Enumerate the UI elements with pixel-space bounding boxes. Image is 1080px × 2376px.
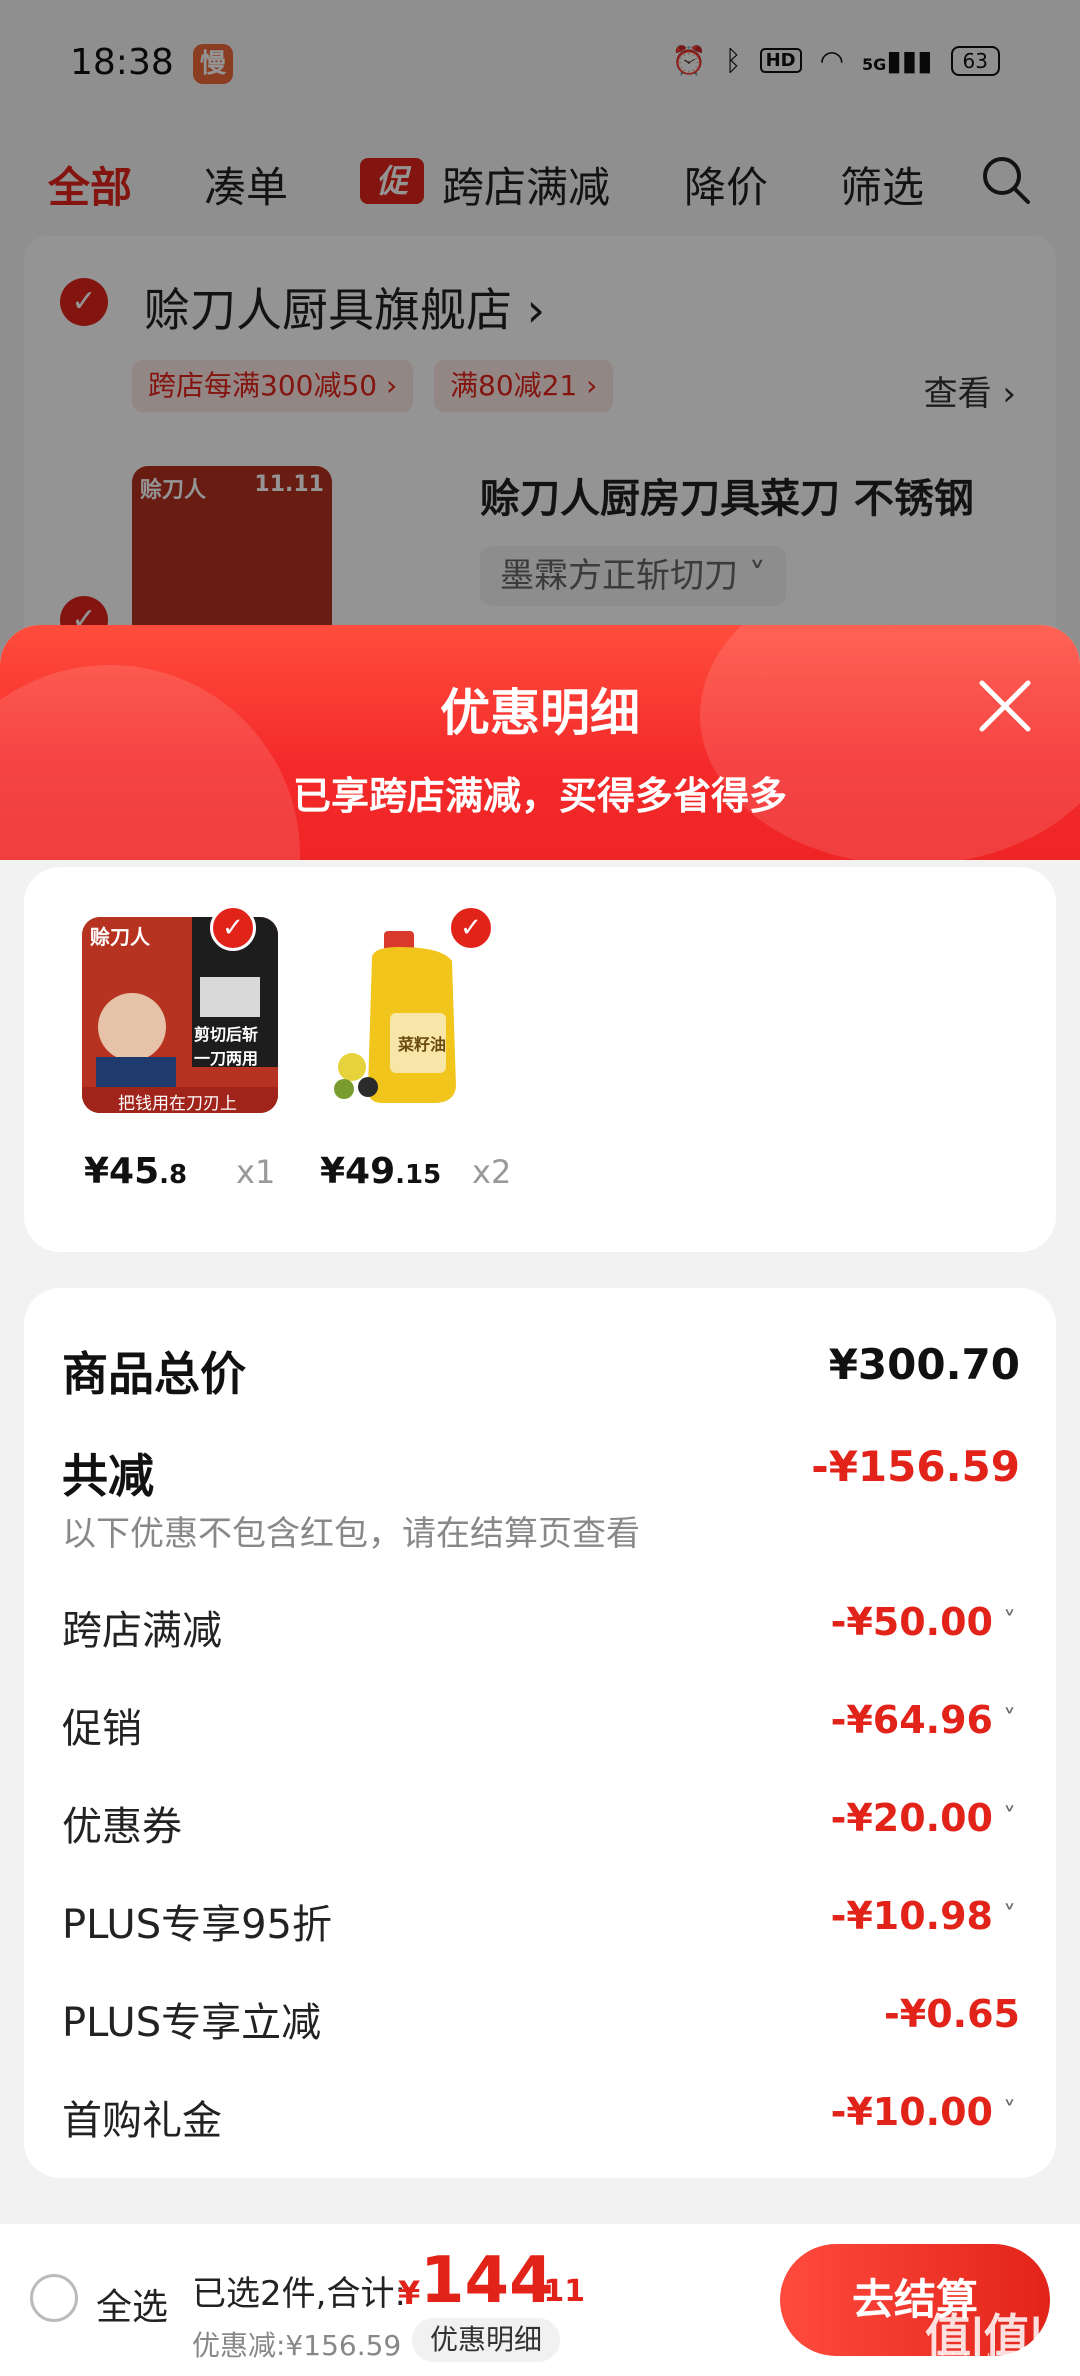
select-all-checkbox[interactable] xyxy=(30,2274,78,2322)
item-footer-text: 把钱用在刀刃上 xyxy=(118,1094,237,1113)
discount-row-value[interactable]: -¥10.00 ˅ xyxy=(831,2090,1016,2134)
item-check-icon[interactable]: ✓ xyxy=(448,905,494,951)
sheet-title: 优惠明细 xyxy=(440,684,640,742)
discount-row-value: -¥0.65 xyxy=(884,1992,1020,2036)
chevron-down-icon: ˅ xyxy=(1003,1705,1016,1735)
selected-items-card: 赊刀人 剪切后斩 一刀两用 把钱用在刀刃上 ✓ 菜籽油 ✓ ¥45.8 x1 ¥… xyxy=(24,867,1056,1252)
checkout-bar: 全选 已选2件,合计: ¥ 144 .11 优惠减:¥156.59 优惠明细 去… xyxy=(0,2224,1080,2376)
watermark-url: zhizhizhi.com xyxy=(932,2350,1041,2369)
total-reduce-value: -¥156.59 xyxy=(811,1442,1020,1491)
total-reduce-label: 共减 xyxy=(62,1449,154,1503)
total-amount-decimal: .11 xyxy=(532,2274,586,2309)
item-thumbnail-oil[interactable]: 菜籽油 xyxy=(324,917,520,1113)
discount-row-label: 首购礼金 xyxy=(62,2098,222,2144)
item-quantity: x1 xyxy=(236,1153,276,1191)
discount-row-value[interactable]: -¥10.98 ˅ xyxy=(831,1894,1016,1938)
oil-bottle-image xyxy=(324,917,520,1113)
total-price-label: 商品总价 xyxy=(62,1347,246,1401)
sheet-header: 优惠明细 已享跨店满减，买得多省得多 xyxy=(0,625,1080,860)
discount-row-value[interactable]: -¥20.00 ˅ xyxy=(831,1796,1016,1840)
discount-row-label: 促销 xyxy=(62,1706,142,1752)
item-price: ¥49.15 xyxy=(320,1151,442,1192)
chevron-down-icon: ˅ xyxy=(1003,1901,1016,1931)
total-price-value: ¥300.70 xyxy=(828,1340,1020,1389)
discount-note: 以下优惠不包含红包，请在结算页查看 xyxy=(62,1514,640,1554)
discount-detail-button[interactable]: 优惠明细 xyxy=(412,2318,561,2362)
discount-row-value[interactable]: -¥64.96 ˅ xyxy=(831,1698,1016,1742)
chevron-down-icon: ˅ xyxy=(1003,1607,1016,1637)
item-check-icon[interactable]: ✓ xyxy=(210,905,256,951)
close-icon[interactable] xyxy=(970,671,1040,741)
discount-row-value[interactable]: -¥50.00 ˅ xyxy=(831,1600,1016,1644)
item-thumbnail-knife[interactable]: 赊刀人 剪切后斩 一刀两用 把钱用在刀刃上 xyxy=(82,917,278,1113)
item-brand-label: 赊刀人 xyxy=(90,925,150,949)
item-price: ¥45.8 xyxy=(84,1151,188,1192)
discount-detail-sheet: 优惠明细 已享跨店满减，买得多省得多 赊刀人 剪切后斩 一刀两用 把钱用在刀刃上… xyxy=(0,625,1080,2376)
discount-row-label: PLUS专享95折 xyxy=(62,1902,332,1948)
discount-row-label: PLUS专享立减 xyxy=(62,2000,322,2046)
discount-summary: 优惠减:¥156.59 xyxy=(192,2329,402,2362)
item-quantity: x2 xyxy=(472,1153,512,1191)
selected-count: 已选2件,合计: xyxy=(192,2274,406,2314)
chevron-down-icon: ˅ xyxy=(1003,2097,1016,2127)
oil-label: 菜籽油 xyxy=(398,1035,447,1054)
discount-row-label: 跨店满减 xyxy=(62,1608,222,1654)
chevron-down-icon: ˅ xyxy=(1003,1803,1016,1833)
sheet-subtitle: 已享跨店满减，买得多省得多 xyxy=(292,774,787,818)
total-currency: ¥ xyxy=(398,2274,421,2312)
price-summary-card: 商品总价 ¥300.70 共减 -¥156.59 以下优惠不包含红包，请在结算页… xyxy=(24,1288,1056,2178)
item-caption: 剪切后斩 一刀两用 xyxy=(194,1025,259,1068)
discount-row-label: 优惠券 xyxy=(62,1804,182,1850)
select-all-label[interactable]: 全选 xyxy=(96,2278,168,2330)
